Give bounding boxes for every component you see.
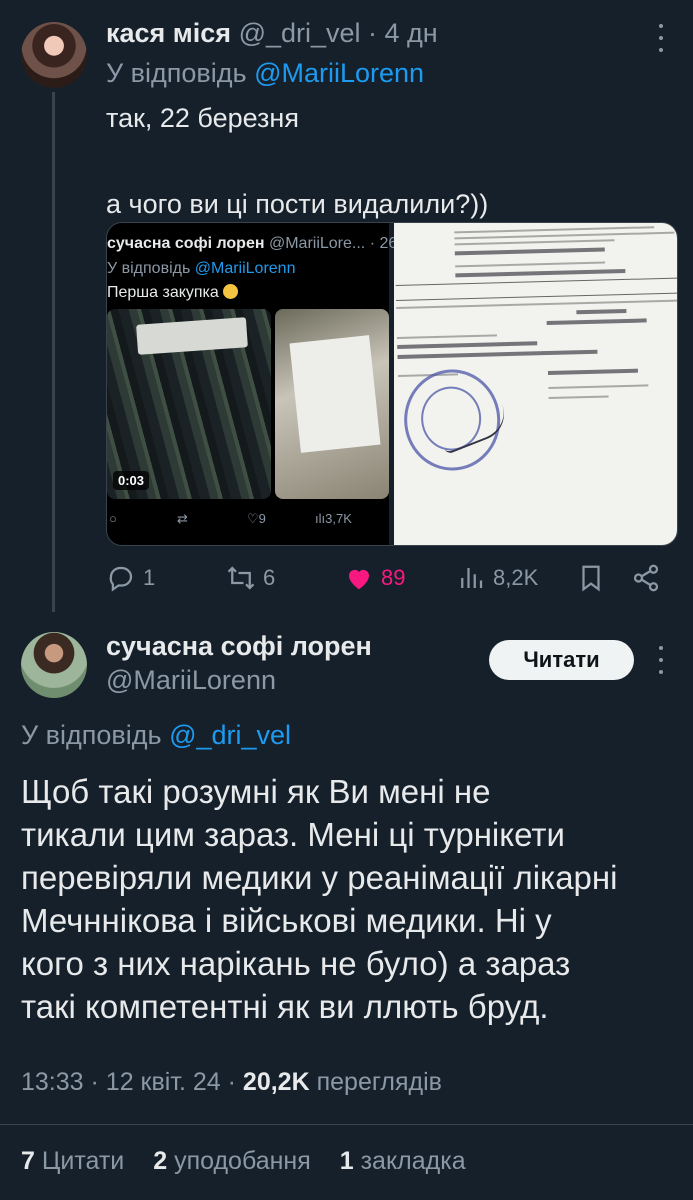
- avatar[interactable]: [21, 632, 87, 698]
- replying-prefix: У відповідь: [106, 58, 247, 88]
- engagement-stats: 7 Цитати 2 уподобання 1 закладка: [21, 1147, 466, 1176]
- tweet-body-line: Щоб такі розумні як Ви мені не: [21, 773, 491, 810]
- retweet-icon: [227, 566, 255, 590]
- media-grid[interactable]: сучасна софі лорен @MariiLore... · 26 У …: [106, 222, 678, 546]
- embedded-replying-prefix: У відповідь: [107, 260, 191, 277]
- retweet-button[interactable]: 6: [226, 560, 275, 596]
- embedded-views: 3,7K: [325, 511, 352, 526]
- embedded-author-handle: @MariiLore...: [268, 235, 366, 252]
- embedded-mention: @MariiLorenn: [194, 260, 296, 277]
- tweet-body-line: тикали цим зараз. Мені ці турнікети: [21, 816, 565, 853]
- retweet-count: 6: [263, 565, 276, 590]
- tweet-time[interactable]: 13:33: [21, 1068, 84, 1096]
- views-count: 20,2K: [242, 1068, 310, 1096]
- like-button[interactable]: 89: [344, 560, 405, 596]
- reply-button[interactable]: 1: [106, 560, 155, 596]
- replying-prefix: У відповідь: [21, 720, 162, 750]
- author-name[interactable]: кася міся: [106, 18, 231, 48]
- tweet-body-line: Мечннікова і військові медики. Ні у: [21, 902, 552, 939]
- likes-count: 2: [153, 1147, 168, 1175]
- more-options-icon[interactable]: [653, 646, 669, 674]
- avatar[interactable]: [21, 22, 87, 88]
- embedded-text-value: Перша закупка: [107, 284, 219, 301]
- reply-icon: [109, 566, 133, 592]
- bookmark-icon: [582, 565, 600, 592]
- views-icon: ılı 3,7K: [315, 511, 352, 526]
- embedded-screenshot[interactable]: сучасна софі лорен @MariiLore... · 26 У …: [107, 223, 397, 545]
- retweet-icon: ⇄: [177, 511, 188, 526]
- reply-tweet[interactable]: кася міся @_dri_vel · 4 дн У відповідь @…: [0, 0, 693, 612]
- mention-link[interactable]: @_dri_vel: [169, 720, 291, 750]
- emoji-icon: [223, 284, 239, 299]
- invoice-document: [394, 223, 677, 545]
- follow-button[interactable]: Читати: [489, 640, 634, 680]
- like-count: 89: [381, 565, 406, 590]
- author-handle[interactable]: @_dri_vel: [239, 18, 361, 48]
- likes-link[interactable]: 2 уподобання: [153, 1147, 311, 1175]
- replying-to: У відповідь @MariiLorenn: [106, 58, 424, 89]
- tweet-text: так, 22 березня а чого ви ці пости видал…: [106, 100, 488, 222]
- like-icon: ♡ 9: [247, 511, 266, 526]
- bookmarks-count: 1: [339, 1147, 354, 1175]
- tweet-header: кася міся @_dri_vel · 4 дн: [106, 18, 438, 49]
- bookmark-button[interactable]: [576, 560, 606, 596]
- reply-icon: ○: [109, 511, 117, 526]
- video-duration: 0:03: [113, 471, 150, 490]
- views-button[interactable]: 8,2K: [456, 560, 538, 596]
- reply-count: 1: [143, 565, 156, 590]
- heart-icon: [349, 569, 369, 590]
- tweet-date[interactable]: · 12 квіт. 24 ·: [91, 1068, 236, 1096]
- tweet-body-line: кого з них нарікань не було) а зараз: [21, 945, 571, 982]
- share-button[interactable]: [631, 560, 661, 596]
- likes-label: уподобання: [174, 1147, 311, 1175]
- embedded-replying-to: У відповідь @MariiLorenn: [107, 260, 295, 278]
- tweet-body-line: перевіряли медики у реанімації лікарні: [21, 859, 618, 896]
- tweet-meta: 13:33 · 12 квіт. 24 · 20,2K переглядів: [21, 1068, 442, 1097]
- timestamp[interactable]: · 4 дн: [368, 18, 438, 48]
- document-photo: [275, 309, 389, 499]
- quotes-count: 7: [21, 1147, 35, 1175]
- quotes-label: Цитати: [41, 1147, 125, 1175]
- embedded-text: Перша закупка: [107, 284, 239, 302]
- embedded-actions: ○ ⇄ ♡ 9 ılı 3,7K: [107, 511, 389, 531]
- views-label: переглядів: [316, 1068, 442, 1096]
- invoice-photo[interactable]: [394, 223, 677, 545]
- bookmarks-label: закладка: [360, 1147, 466, 1175]
- quotes-link[interactable]: 7 Цитати: [21, 1147, 124, 1175]
- embedded-author-name: сучасна софі лорен: [107, 235, 265, 252]
- views-count: 8,2K: [493, 565, 539, 590]
- author-handle[interactable]: @MariiLorenn: [106, 665, 276, 696]
- tweet-body: Щоб такі розумні як Ви мені не тикали ци…: [21, 770, 681, 1028]
- embedded-header: сучасна софі лорен @MariiLore... · 26: [107, 235, 397, 253]
- tweet-text-line: а чого ви ці пости видалили?)): [106, 189, 489, 219]
- author-name[interactable]: сучасна софі лорен: [106, 631, 372, 662]
- more-options-icon[interactable]: [653, 24, 669, 52]
- mention-link[interactable]: @MariiLorenn: [254, 58, 424, 88]
- divider: [0, 1124, 693, 1125]
- tweet-text-line: так, 22 березня: [106, 103, 299, 133]
- tweet-body-line: такі компетентні як ви ллють бруд.: [21, 988, 549, 1025]
- thread-line: [52, 92, 55, 612]
- share-icon: [633, 564, 659, 592]
- replying-to: У відповідь @_dri_vel: [21, 720, 291, 751]
- views-icon: [461, 568, 483, 588]
- action-bar: 1 6 89 8,2K: [106, 560, 676, 596]
- bookmarks-link[interactable]: 1 закладка: [340, 1147, 466, 1175]
- embedded-likes: 9: [258, 511, 266, 526]
